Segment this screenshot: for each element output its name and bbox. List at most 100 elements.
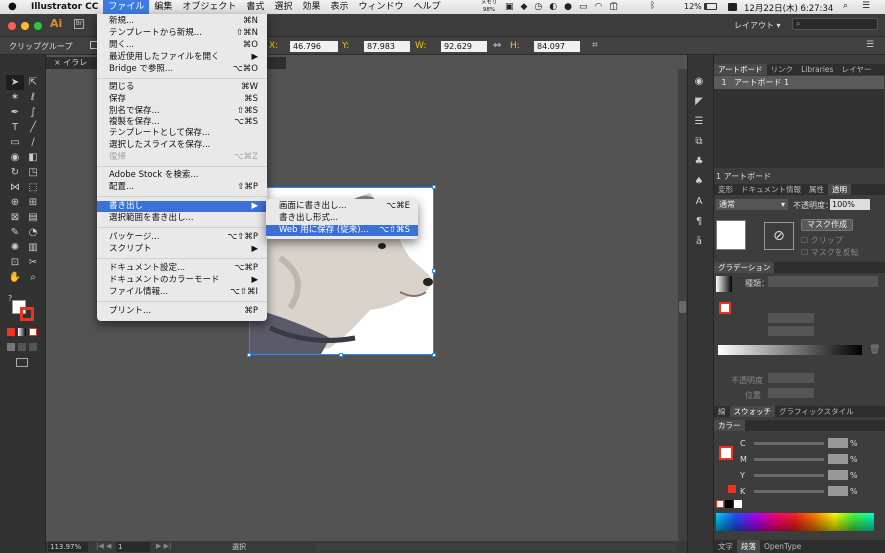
none-black-white-icons[interactable] [716, 500, 742, 508]
cyan-field[interactable] [828, 438, 848, 448]
screen-mode-icon[interactable] [16, 358, 28, 367]
spotlight-icon[interactable]: ⌕ [843, 1, 848, 11]
hand-tool-icon[interactable]: ✋ [6, 270, 24, 285]
menu-item-file-info[interactable]: ファイル情報... ⌥⇧⌘I [97, 287, 267, 298]
blend-tool-icon[interactable]: ◔ [24, 225, 42, 240]
character-icon[interactable]: A [692, 192, 706, 212]
tab-swatches[interactable]: スウォッチ [729, 406, 775, 417]
paintbrush-tool-icon[interactable]: ∕ [24, 135, 42, 150]
type-tool-icon[interactable]: T [6, 120, 24, 135]
graph-tool-icon[interactable]: ▥ [24, 240, 42, 255]
slice-tool-icon[interactable]: ✂ [24, 255, 42, 270]
free-transform-tool-icon[interactable]: ⬚ [24, 180, 42, 195]
blend-mode-select[interactable]: 通常 ▾ [716, 199, 788, 210]
menu-item-close[interactable]: 閉じる ⌘W [97, 82, 267, 93]
gradient-ratio-field[interactable] [768, 326, 814, 336]
menu-item-export[interactable]: 書き出し ▶ [97, 201, 267, 212]
color-spectrum[interactable] [716, 513, 874, 531]
draw-normal-icon[interactable] [7, 343, 15, 351]
yellow-slider[interactable] [754, 473, 824, 477]
gradient-delete-icon[interactable]: 🗑 [869, 345, 880, 355]
gradient-fill-stroke-icon[interactable] [719, 302, 731, 314]
rectangle-tool-icon[interactable]: ▭ [6, 135, 24, 150]
y-field[interactable]: 87.983 mm [364, 41, 410, 62]
bridge-icon[interactable]: Br [74, 19, 84, 29]
yellow-field[interactable] [828, 470, 848, 480]
stroke-swatch[interactable] [20, 307, 34, 321]
line-tool-icon[interactable]: ╱ [24, 120, 42, 135]
menu-item-package[interactable]: パッケージ... ⌥⇧⌘P [97, 232, 267, 243]
notification-icon[interactable]: ☰ [862, 1, 870, 11]
status-mode[interactable]: 選択 [232, 542, 246, 552]
mesh-tool-icon[interactable]: ⊠ [6, 210, 24, 225]
draw-inside-icon[interactable] [29, 343, 37, 351]
menu-item-save-copy[interactable]: 複製を保存... ⌥⌘S [97, 117, 267, 128]
menu-item-place[interactable]: 配置... ⇧⌘P [97, 182, 267, 193]
artboard-nav[interactable]: |◀ ◀ [96, 542, 111, 550]
tab-opentype[interactable]: OpenType [760, 540, 805, 553]
tab-doc-info[interactable]: ドキュメント情報 [737, 184, 805, 195]
clip-checkbox[interactable]: ☐ クリップ [801, 235, 843, 246]
zoom-window-button[interactable] [34, 22, 42, 30]
menu-item-print[interactable]: プリント... ⌘P [97, 306, 267, 317]
eraser-tool-icon[interactable]: ◧ [24, 150, 42, 165]
artboard-tool-icon[interactable]: ⊡ [6, 255, 24, 270]
magenta-field[interactable] [828, 454, 848, 464]
page-number[interactable]: 1 [116, 542, 150, 552]
zoom-tool-icon[interactable]: ⌕ [24, 270, 42, 285]
menu-edit[interactable]: 編集 [149, 0, 177, 14]
vertical-scrollbar[interactable] [678, 69, 687, 541]
menu-item-browse-bridge[interactable]: Bridge で参照... ⌥⌘O [97, 64, 267, 75]
blob-brush-tool-icon[interactable]: ◉ [6, 150, 24, 165]
shape-builder-tool-icon[interactable]: ⊕ [6, 195, 24, 210]
submenu-item-export-screens[interactable]: 画面に書き出し... ⌥⌘E [266, 201, 418, 212]
menu-item-new-from-template[interactable]: テンプレートから新規... ⇧⌘N [97, 28, 267, 39]
tab-graphic-styles[interactable]: グラフィックスタイル [775, 406, 858, 417]
symbol-sprayer-tool-icon[interactable]: ✺ [6, 240, 24, 255]
menu-item-open[interactable]: 開く... ⌘O [97, 40, 267, 51]
eyedropper-tool-icon[interactable]: ✎ [6, 225, 24, 240]
transform-options-icon[interactable]: ⌗ [592, 40, 598, 51]
paragraph-icon[interactable]: ¶ [692, 212, 706, 232]
align-icon[interactable]: ☰ [692, 112, 706, 132]
direct-selection-tool-icon[interactable]: ⇱ [24, 75, 42, 90]
hscroll[interactable] [316, 543, 676, 551]
scale-tool-icon[interactable]: ◳ [24, 165, 42, 180]
menu-item-search-stock[interactable]: Adobe Stock を検索... [97, 170, 267, 181]
tab-links[interactable]: リンク [767, 64, 798, 75]
gradient-slider[interactable] [718, 345, 862, 355]
brushes-icon[interactable]: ◤ [692, 92, 706, 112]
opacity-field[interactable]: 100% [830, 199, 870, 210]
tab-layers[interactable]: レイヤー [837, 64, 875, 75]
tab-transparency[interactable]: 透明 [828, 184, 851, 195]
gradient-swatch[interactable] [716, 276, 732, 292]
zoom-level[interactable]: 113.97% [48, 542, 88, 552]
gradient-opacity-field[interactable] [768, 373, 814, 383]
x-field[interactable]: 46.796 mm [290, 41, 338, 62]
magic-wand-tool-icon[interactable]: ✶ [6, 90, 24, 105]
menu-view[interactable]: 表示 [325, 0, 353, 14]
menu-type[interactable]: 書式 [241, 0, 269, 14]
artboard-nav-next[interactable]: ▶ ▶| [156, 542, 171, 550]
out-of-gamut-icon[interactable] [728, 485, 736, 493]
minimize-window-button[interactable] [21, 22, 29, 30]
menu-item-save-slices[interactable]: 選択したスライスを保存... [97, 140, 267, 151]
menu-item-open-recent[interactable]: 最近使用したファイルを開く ▶ [97, 52, 267, 63]
bluetooth-icon[interactable]: ᛒ [650, 1, 655, 11]
pathfinder-icon[interactable]: ⧉ [692, 132, 706, 152]
app-menu[interactable]: Illustrator CC [15, 0, 103, 14]
color-guide-icon[interactable]: ◉ [692, 72, 706, 92]
input-source-icon[interactable] [728, 3, 737, 11]
menu-object[interactable]: オブジェクト [177, 0, 241, 14]
draw-mode-icons[interactable] [7, 343, 39, 351]
w-field[interactable]: 92.629 mm [441, 41, 487, 62]
symbols-icon[interactable]: ♣ [692, 152, 706, 172]
appearance-icon[interactable]: ♠ [692, 172, 706, 192]
none-icon[interactable] [29, 328, 37, 336]
menu-effect[interactable]: 効果 [297, 0, 325, 14]
magenta-slider[interactable] [754, 457, 824, 461]
tab-libraries[interactable]: Libraries [797, 64, 837, 75]
panel-menu-icon[interactable]: ☰ [866, 40, 874, 50]
link-proportions-icon[interactable]: ⇔ [493, 40, 501, 51]
perspective-grid-tool-icon[interactable]: ⊞ [24, 195, 42, 210]
